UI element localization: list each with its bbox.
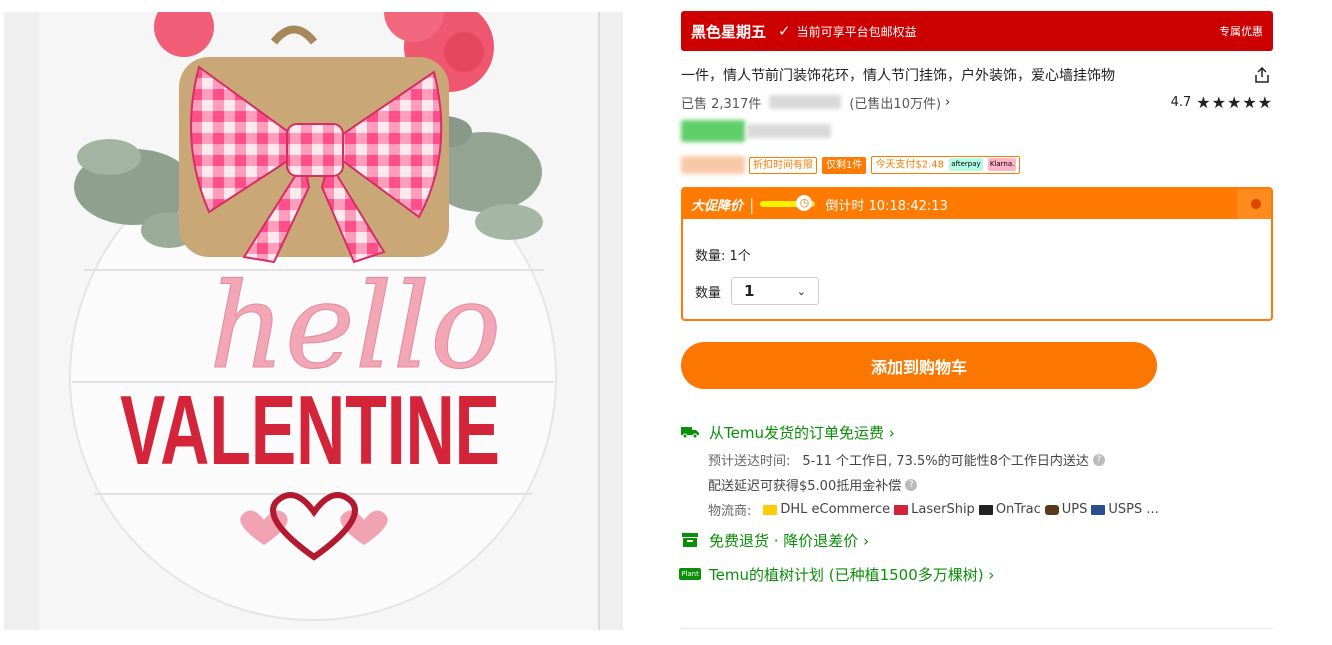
pay-today-text: 今天支付$2.48 — [875, 159, 945, 171]
banner-title: 黑色星期五 — [691, 22, 767, 41]
banner-subtitle: 当前可享平台包邮权益 — [796, 24, 917, 39]
separator: | — [749, 194, 755, 214]
share-icon[interactable] — [1251, 64, 1273, 86]
pay-today-tag[interactable]: 今天支付$2.48 afterpay Klarna. — [871, 156, 1021, 174]
price-row — [681, 118, 1273, 144]
sale-progress-bar: ◷ — [760, 195, 816, 211]
add-to-cart-button[interactable]: 添加到购物车 — [681, 342, 1157, 389]
sold-count: 已售 2,317件 — [681, 96, 762, 112]
help-icon[interactable]: ? — [905, 478, 918, 491]
only-left-tag: 仅剩1件 — [822, 156, 867, 174]
help-icon[interactable]: ? — [1092, 453, 1105, 466]
plant-icon: Plant — [679, 566, 701, 582]
ontrac-icon — [978, 504, 993, 515]
free-shipping-link[interactable]: 从Temu发货的订单免运费 › — [681, 421, 1273, 443]
carrier-lasership-name: LaserShip — [911, 502, 975, 517]
eta-label: 预计送达时间: — [708, 454, 791, 469]
carriers-label: 物流商: — [708, 504, 752, 519]
lasership-icon — [894, 504, 909, 515]
carrier-lasership: LaserShip — [894, 502, 975, 517]
product-title: 一件，情人节前门装饰花环，情人节门挂饰，户外装饰，爱心墙挂饰物 — [681, 68, 1115, 84]
check-icon: ✓ — [778, 22, 791, 40]
quantity-select[interactable]: 1 ⌄ — [731, 277, 820, 305]
tree-plan-text: Temu的植树计划 (已种植1500多万棵树) › — [709, 565, 995, 584]
free-return-link[interactable]: 免费退货 · 降价退差价 › — [681, 529, 1273, 551]
truck-icon — [681, 424, 699, 440]
clock-icon: ◷ — [796, 195, 813, 211]
carrier-ups-name: UPS — [1061, 502, 1088, 517]
flash-sale-box: 大促降价 | ◷ 倒计时 10:18:42:13 数量: 1个 数量 1 ⌄ — [681, 187, 1273, 321]
tree-plan-link[interactable]: Plant Temu的植树计划 (已种植1500多万棵树) › — [679, 563, 1273, 585]
carrier-dhl-name: DHL eCommerce — [780, 502, 891, 517]
quantity-summary: 数量: 1个 — [695, 249, 751, 264]
quantity-value: 1 — [744, 282, 755, 300]
delay-compensation: 配送延迟可获得$5.00抵用金补偿 — [708, 479, 902, 494]
limited-time-tag: 折扣时间有限 — [749, 156, 817, 174]
carrier-ontrac: OnTrac — [978, 502, 1041, 517]
blurred-price — [681, 120, 745, 142]
rating-value: 4.7 — [1170, 94, 1192, 110]
blurred-info — [769, 95, 842, 109]
exclusive-offer-link[interactable]: 专属优惠 — [1219, 23, 1263, 39]
carrier-dhl: DHL eCommerce — [763, 502, 890, 517]
return-box-icon — [681, 532, 699, 548]
carrier-usps: USPS ... — [1091, 502, 1159, 517]
flash-sale-label: 大促降价 — [691, 198, 744, 214]
valentine-text: VALENTINE — [120, 375, 500, 485]
rating[interactable]: 4.7 ★★★★★ — [1171, 93, 1273, 112]
blurred-discount — [681, 156, 745, 174]
carrier-ontrac-name: OnTrac — [995, 502, 1041, 517]
chevron-right-icon: › — [945, 94, 951, 110]
free-return-text: 免费退货 · 降价退差价 › — [709, 531, 870, 550]
countdown-timer: 倒计时 10:18:42:13 — [825, 198, 948, 214]
product-image[interactable]: hello VALENTINE — [4, 12, 623, 630]
dhl-icon — [763, 504, 778, 515]
quantity-label: 数量 — [695, 285, 722, 301]
chevron-down-icon: ⌄ — [796, 284, 807, 298]
usps-icon — [1091, 504, 1106, 515]
blurred-original-price — [747, 124, 831, 138]
ups-icon — [1044, 504, 1059, 515]
afterpay-logo: afterpay — [949, 158, 983, 172]
free-shipping-text: 从Temu发货的订单免运费 › — [709, 423, 895, 442]
carrier-ups: UPS — [1044, 502, 1088, 517]
decoration-icon — [1237, 189, 1271, 219]
plant-badge: Plant — [679, 568, 701, 580]
klarna-logo: Klarna. — [987, 158, 1017, 172]
star-rating-icon: ★★★★★ — [1196, 92, 1273, 112]
sold-total-link[interactable]: (已售出10万件) — [849, 93, 941, 112]
eta-value: 5-11 个工作日, 73.5%的可能性8个工作日内送达 — [802, 454, 1089, 469]
black-friday-banner[interactable]: 黑色星期五 ✓ 当前可享平台包邮权益 专属优惠 — [681, 11, 1273, 51]
carrier-usps-name: USPS ... — [1108, 502, 1159, 517]
flash-sale-header: 大促降价 | ◷ 倒计时 10:18:42:13 — [683, 189, 1271, 219]
divider — [681, 628, 1273, 629]
